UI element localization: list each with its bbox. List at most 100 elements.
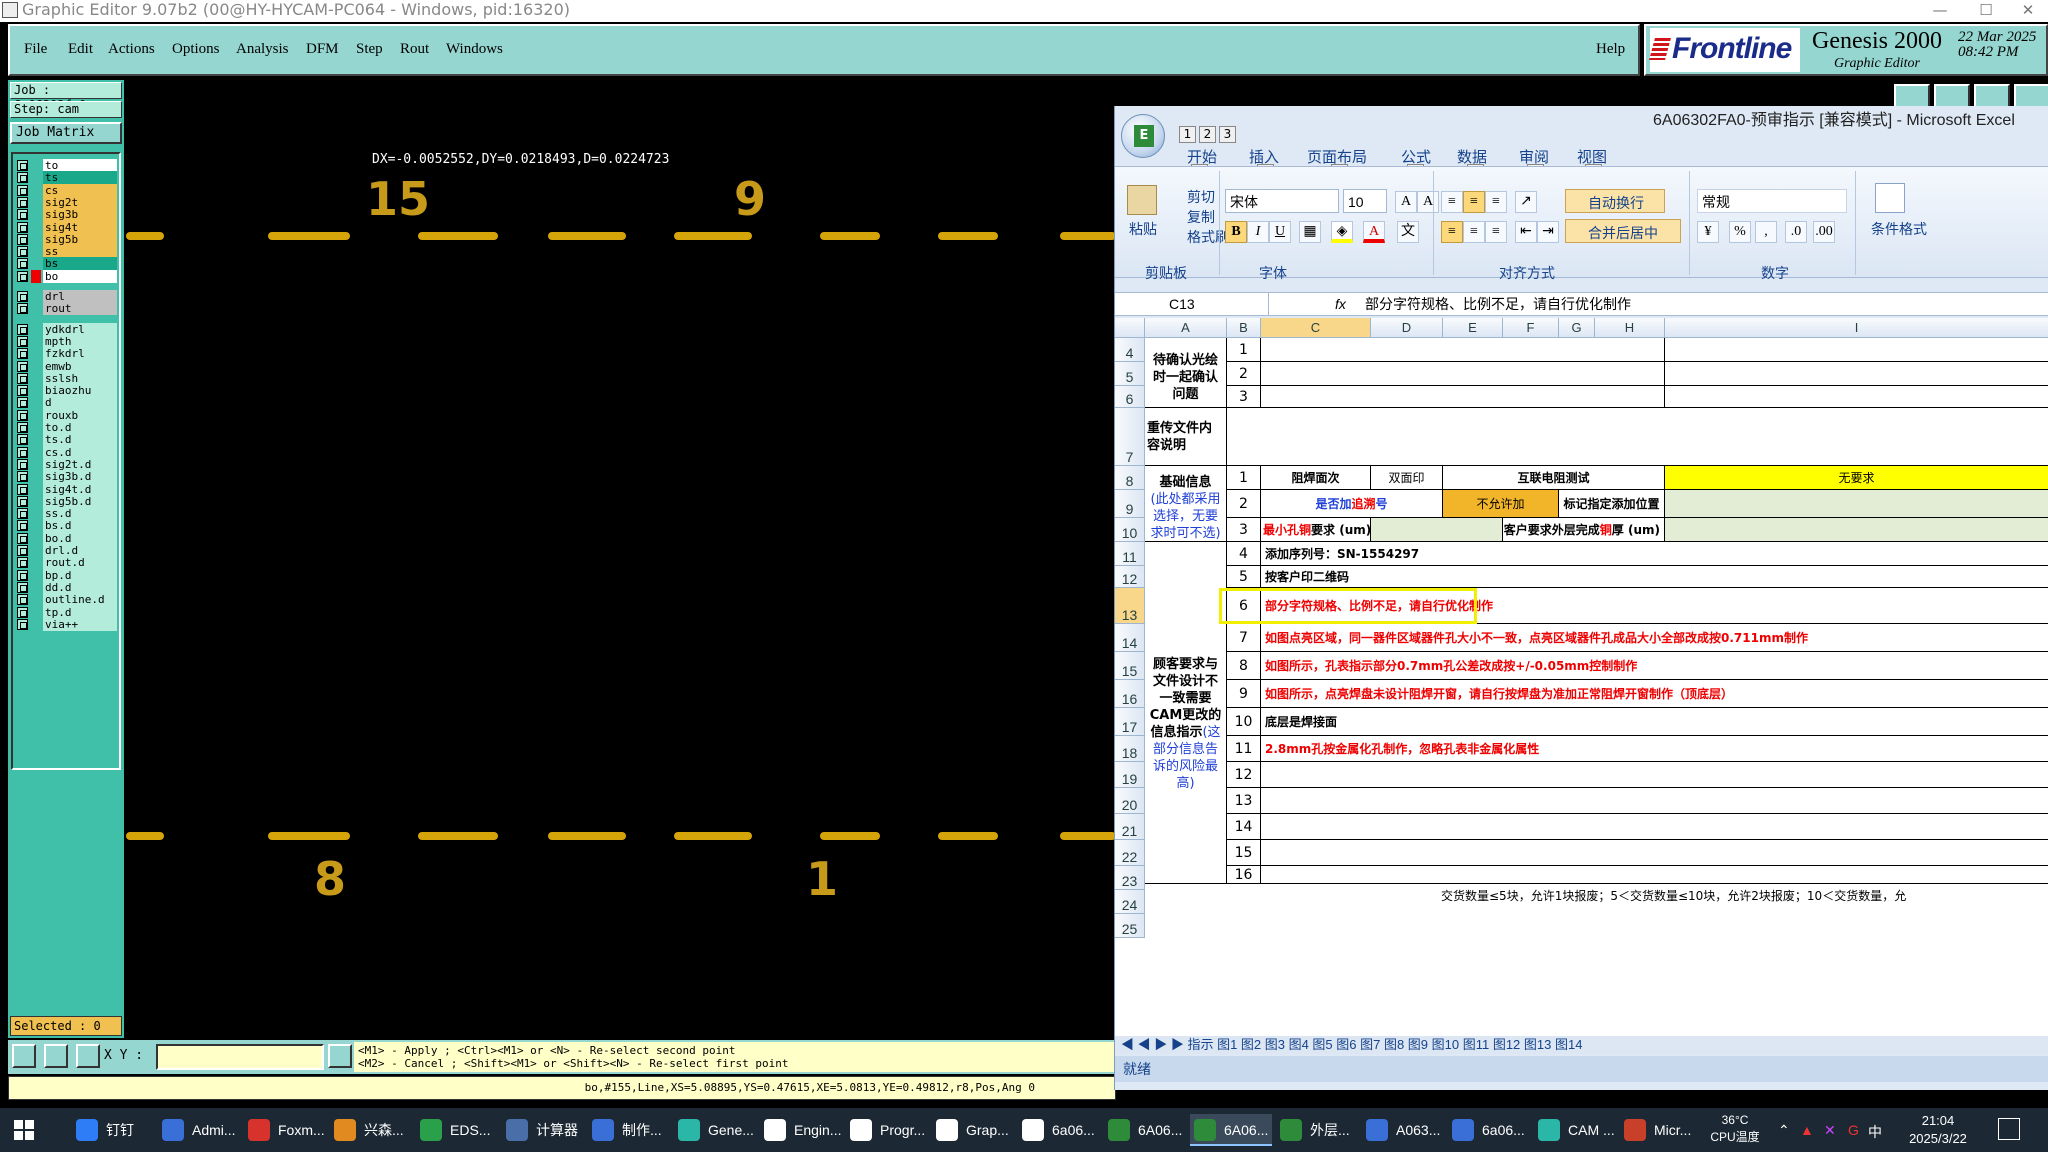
format-painter-button[interactable]: 格式刷 — [1187, 227, 1229, 247]
xy-input[interactable] — [156, 1044, 324, 1070]
item-text[interactable]: 底层是焊接面 — [1261, 708, 2048, 736]
select-all-corner[interactable] — [1115, 318, 1145, 338]
measure-tool-icon[interactable] — [44, 1044, 68, 1068]
row-header[interactable]: 22 — [1115, 840, 1145, 866]
grow-font-icon[interactable]: A — [1395, 191, 1417, 213]
align-top-icon[interactable]: ≡ — [1441, 191, 1463, 213]
item-number[interactable]: 10 — [1227, 708, 1261, 736]
row-number[interactable]: 2 — [1227, 362, 1261, 386]
solder-face-label[interactable]: 阻焊面次 — [1261, 466, 1371, 490]
snap-tool-icon[interactable] — [12, 1044, 36, 1068]
item-number[interactable]: 5 — [1227, 566, 1261, 588]
table-cell[interactable] — [1261, 338, 1665, 362]
conditional-format-button[interactable]: 条件格式 — [1871, 219, 1927, 239]
layer-name[interactable]: rout — [43, 302, 117, 316]
menu-dfm[interactable]: DFM — [306, 41, 339, 58]
item-text[interactable]: 如图所示，孔表指示部分0.7mm孔公差改成按+/-0.05mm控制制作 — [1261, 652, 2048, 680]
section-basic-info[interactable]: 基础信息 (此处都采用选择，无要求时可不选) — [1145, 466, 1227, 542]
font-name-select[interactable]: 宋体 — [1225, 189, 1339, 213]
item-text[interactable]: 部分字符规格、比例不足，请自行优化制作 — [1261, 588, 2048, 624]
minimize-button[interactable]: — — [1920, 0, 1960, 22]
row-header[interactable]: 11 — [1115, 542, 1145, 566]
item-text[interactable] — [1261, 788, 2048, 814]
outer-copper-value[interactable] — [1665, 518, 2048, 542]
row-number[interactable]: 1 — [1227, 466, 1261, 490]
sheet-tab-list[interactable]: 指示 图1 图2 图3 图4 图5 图6 图7 图8 图9 图10 图11 图1… — [1187, 1037, 1582, 1052]
bold-button[interactable]: B — [1225, 221, 1247, 243]
formula-input[interactable]: 部分字符规格、比例不足，请自行优化制作 — [1365, 293, 1631, 315]
item-number[interactable]: 8 — [1227, 652, 1261, 680]
menu-analysis[interactable]: Analysis — [236, 41, 289, 58]
wrap-text-button[interactable]: 自动换行 — [1565, 189, 1665, 213]
border-icon[interactable]: ▦ — [1299, 221, 1321, 243]
row-header[interactable]: 23 — [1115, 866, 1145, 890]
layer-name[interactable]: via++ — [43, 617, 117, 631]
row-header[interactable]: 9 — [1115, 490, 1145, 518]
job-matrix-button[interactable]: Job Matrix ... — [10, 122, 122, 158]
table-cell[interactable]: 交货数量≤5块，允许1块报废；5＜交货数量≤10块，允许2块报废；10＜交货数量… — [1227, 884, 2048, 904]
row-number[interactable]: 3 — [1227, 518, 1261, 542]
cut-button[interactable]: 剪切 — [1187, 187, 1215, 207]
paste-button[interactable]: 粘贴 — [1129, 219, 1157, 239]
double-print-value[interactable]: 双面印 — [1371, 466, 1443, 490]
item-number[interactable]: 6 — [1227, 588, 1261, 624]
row-header[interactable]: 18 — [1115, 736, 1145, 762]
taskbar-app[interactable]: 6a06... — [1018, 1114, 1100, 1146]
number-format-select[interactable]: 常规 — [1697, 189, 1847, 213]
column-header-c[interactable]: C — [1261, 318, 1371, 338]
taskbar-app[interactable]: Progr... — [846, 1114, 928, 1146]
tray-app-icon[interactable]: ✕ — [1824, 1122, 1836, 1139]
et-value[interactable]: 无要求 — [1665, 466, 2048, 490]
taskbar-app[interactable]: Micr... — [1620, 1114, 1702, 1146]
phonetic-icon[interactable]: 文 — [1397, 221, 1419, 243]
taskbar-app[interactable]: 计算器 — [502, 1114, 584, 1146]
menu-windows[interactable]: Windows — [446, 41, 503, 58]
decrease-indent-icon[interactable]: ⇤ — [1515, 221, 1537, 243]
table-cell[interactable] — [1261, 386, 1665, 408]
currency-icon[interactable]: ¥ — [1697, 221, 1719, 243]
tray-app-icon[interactable]: G — [1848, 1122, 1859, 1138]
row-header[interactable]: 21 — [1115, 814, 1145, 840]
close-button[interactable]: ✕ — [2008, 0, 2048, 22]
menu-actions[interactable]: Actions — [108, 41, 155, 58]
chevron-up-icon[interactable]: ⌃ — [1778, 1122, 1790, 1139]
row-header[interactable]: 7 — [1115, 408, 1145, 466]
tray-app-icon[interactable]: ▲ — [1800, 1122, 1814, 1138]
item-text[interactable] — [1261, 840, 2048, 866]
worksheet-grid[interactable]: A B C D E F G H I 4 5 6 7 8 9 10 11 12 13 14 15 16 17… — [1115, 318, 2048, 1036]
item-text[interactable]: 如图点亮区域，同一器件区域器件孔大小不一致，点亮区域器件孔成品大小全部改成按0.… — [1261, 624, 2048, 652]
row-header[interactable]: 17 — [1115, 708, 1145, 736]
copy-button[interactable]: 复制 — [1187, 207, 1215, 227]
item-text[interactable]: 2.8mm孔按金属化孔制作，忽略孔表非金属化属性 — [1261, 736, 2048, 762]
align-middle-icon[interactable]: ≡ — [1463, 191, 1485, 213]
menu-help[interactable]: Help — [1596, 41, 1625, 58]
section-customer-requirements[interactable]: 顾客要求与文件设计不一致需要CAM更改的信息指示(这部分信息告诉的风险最高) — [1145, 542, 1227, 884]
row-number[interactable]: 3 — [1227, 386, 1261, 408]
column-header-e[interactable]: E — [1443, 318, 1503, 338]
row-header[interactable]: 16 — [1115, 680, 1145, 708]
item-text[interactable]: 添加序列号：SN-1554297 — [1261, 542, 2048, 566]
align-left-icon[interactable]: ≡ — [1441, 221, 1463, 243]
percent-icon[interactable]: % — [1729, 221, 1751, 243]
menu-options[interactable]: Options — [172, 41, 220, 58]
notification-icon[interactable] — [1998, 1118, 2020, 1140]
table-cell[interactable] — [1665, 386, 2048, 408]
layer-checkbox[interactable] — [17, 303, 28, 315]
table-cell[interactable] — [1665, 338, 2048, 362]
item-number[interactable]: 12 — [1227, 762, 1261, 788]
name-box[interactable]: C13 — [1115, 293, 1269, 315]
min-hole-copper-label[interactable]: 最小孔铜要求 (um) — [1261, 518, 1371, 542]
sheet-tabs[interactable]: ◀ ◀ ▶ ▶ 指示 图1 图2 图3 图4 图5 图6 图7 图8 图9 图1… — [1115, 1036, 2048, 1054]
taskbar-app[interactable]: 6A06... — [1104, 1114, 1186, 1146]
font-size-select[interactable]: 10 — [1343, 189, 1387, 213]
layer-name[interactable]: bo — [43, 269, 117, 283]
align-center-icon[interactable]: ≡ — [1463, 221, 1485, 243]
align-right-icon[interactable]: ≡ — [1485, 221, 1507, 243]
taskbar-app[interactable]: Grap... — [932, 1114, 1014, 1146]
section-reupload-note[interactable]: 重传文件内容说明 — [1145, 408, 1227, 466]
layer-checkbox[interactable] — [17, 270, 28, 282]
taskbar-app[interactable]: Admi... — [158, 1114, 240, 1146]
shrink-font-icon[interactable]: A — [1417, 191, 1439, 213]
column-header-i[interactable]: I — [1665, 318, 2048, 338]
item-text[interactable]: 如图所示，点亮焊盘未设计阻焊开窗，请自行按焊盘为准加正常阻焊开窗制作（顶底层） — [1261, 680, 2048, 708]
